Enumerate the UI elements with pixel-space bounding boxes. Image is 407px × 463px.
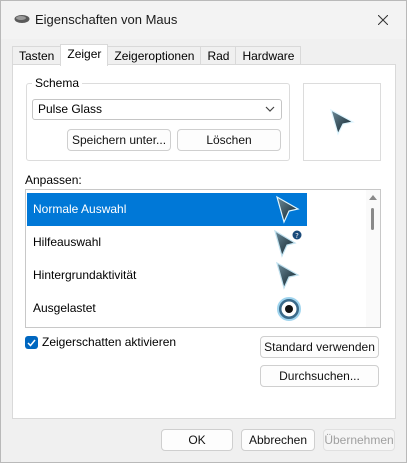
checkmark-icon bbox=[27, 339, 36, 347]
list-item[interactable]: Ausgelastet bbox=[27, 292, 307, 325]
scroll-thumb[interactable] bbox=[371, 208, 374, 230]
title-bar: Eigenschaften von Maus bbox=[1, 1, 406, 39]
svg-text:?: ? bbox=[295, 232, 299, 240]
schema-legend: Schema bbox=[32, 76, 83, 90]
mouse-icon bbox=[14, 15, 30, 23]
list-item-label: Hintergrundaktivität bbox=[33, 268, 137, 282]
delete-button[interactable]: Löschen bbox=[177, 129, 281, 151]
working-pointer-icon bbox=[276, 261, 300, 290]
customize-label: Anpassen: bbox=[25, 173, 82, 187]
cancel-button[interactable]: Abbrechen bbox=[241, 429, 315, 451]
arrow-pointer-icon bbox=[330, 108, 355, 136]
save-as-button[interactable]: Speichern unter... bbox=[67, 129, 171, 151]
tab-hardware[interactable]: Hardware bbox=[235, 46, 302, 66]
apply-button[interactable]: Übernehmen bbox=[323, 429, 395, 451]
tab-rad[interactable]: Rad bbox=[200, 46, 237, 66]
arrow-pointer-icon bbox=[276, 195, 300, 224]
list-scrollbar[interactable] bbox=[366, 190, 380, 327]
ok-button[interactable]: OK bbox=[161, 429, 233, 451]
schema-dropdown[interactable]: Pulse Glass bbox=[32, 99, 282, 120]
tab-zeiger[interactable]: Zeiger bbox=[60, 44, 109, 66]
scroll-up-icon[interactable] bbox=[369, 194, 377, 200]
window-title: Eigenschaften von Maus bbox=[35, 12, 178, 27]
browse-button[interactable]: Durchsuchen... bbox=[260, 365, 379, 387]
shadow-checkbox-label[interactable]: Zeigerschatten aktivieren bbox=[42, 335, 176, 349]
help-pointer-icon: ? bbox=[274, 229, 302, 258]
shadow-checkbox[interactable] bbox=[25, 336, 38, 349]
close-icon bbox=[378, 15, 388, 25]
chevron-down-icon bbox=[265, 106, 275, 112]
pointer-list[interactable]: Normale Auswahl Hilfeauswahl ? Hintergru… bbox=[25, 189, 381, 328]
list-item[interactable]: Hintergrundaktivität bbox=[27, 259, 307, 292]
list-item[interactable]: Normale Auswahl bbox=[27, 193, 307, 226]
mouse-properties-window: Eigenschaften von Maus Tasten Zeiger Zei… bbox=[0, 0, 407, 463]
list-item-label: Hilfeauswahl bbox=[33, 235, 102, 249]
busy-circle-icon bbox=[277, 297, 301, 321]
pointer-preview bbox=[303, 83, 381, 161]
list-item-label: Ausgelastet bbox=[33, 301, 96, 315]
tab-zeigeroptionen[interactable]: Zeigeroptionen bbox=[107, 46, 202, 66]
use-default-button[interactable]: Standard verwenden bbox=[260, 336, 379, 358]
tab-strip: Tasten Zeiger Zeigeroptionen Rad Hardwar… bbox=[12, 44, 302, 66]
list-item-label: Normale Auswahl bbox=[33, 202, 127, 216]
list-item[interactable]: Hilfeauswahl ? bbox=[27, 226, 307, 259]
schema-selected-value: Pulse Glass bbox=[38, 102, 103, 116]
close-button[interactable] bbox=[360, 1, 406, 39]
tab-tasten[interactable]: Tasten bbox=[12, 46, 62, 66]
